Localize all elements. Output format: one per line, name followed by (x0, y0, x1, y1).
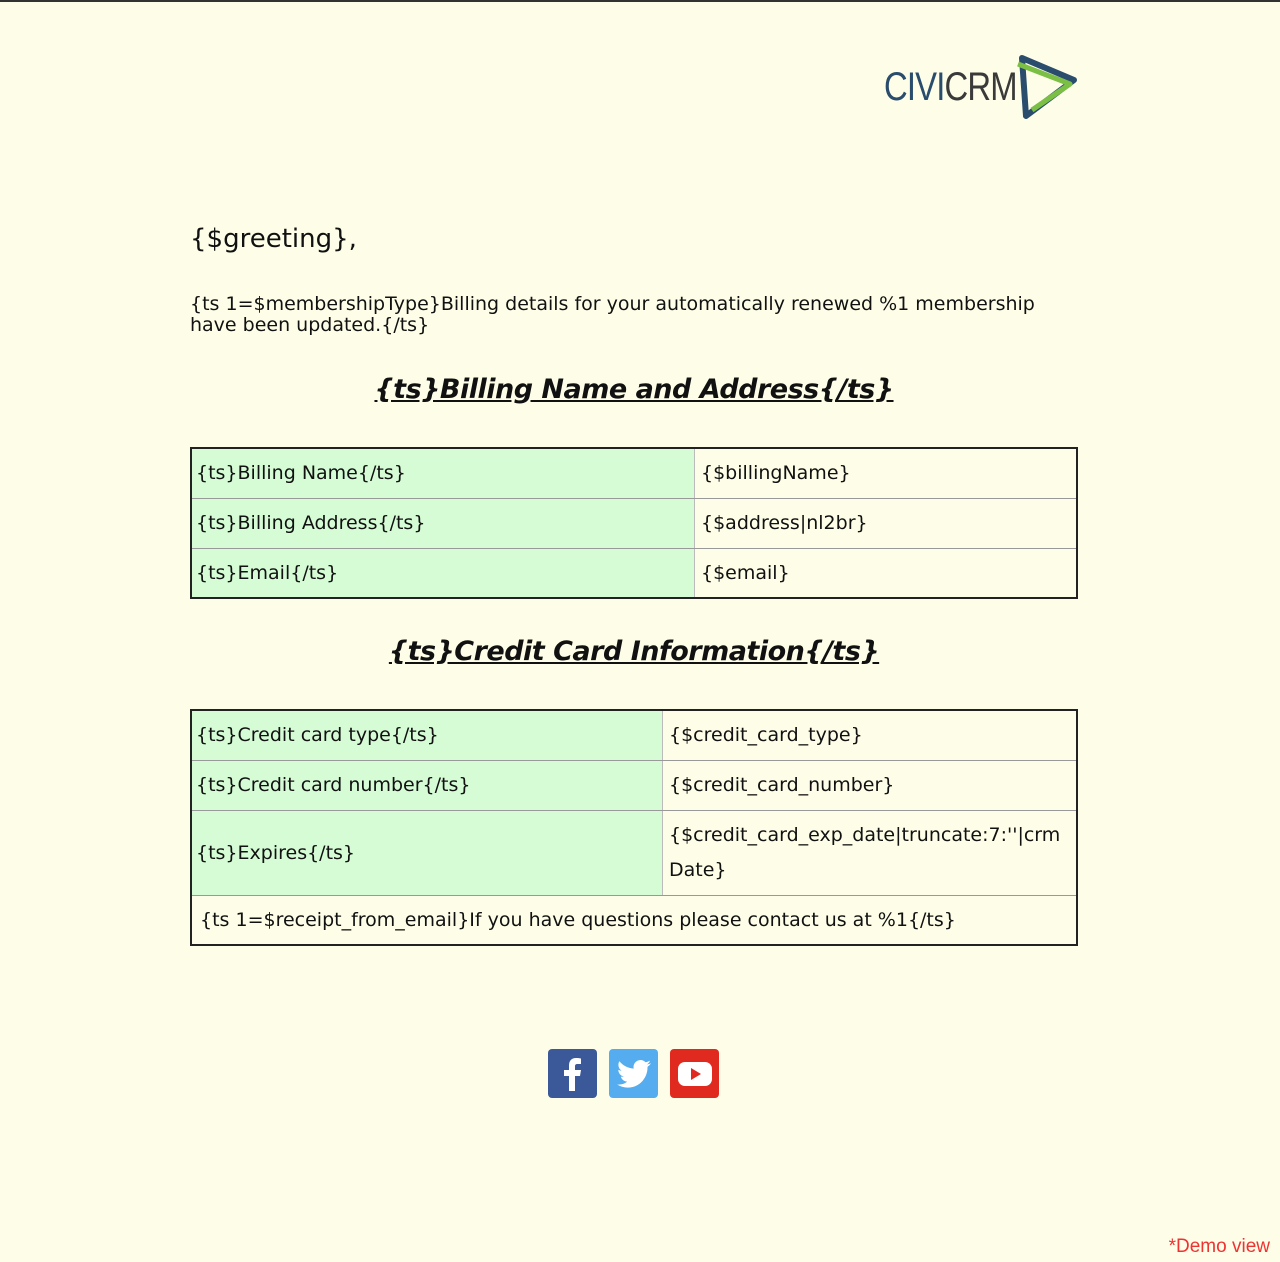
table-row: {ts 1=$receipt_from_email}If you have qu… (191, 894, 1077, 946)
greeting-text: {$greeting}, (190, 224, 357, 254)
table-row: {ts}Email{/ts} {$email} (191, 547, 1077, 599)
intro-text: {ts 1=$membershipType}Billing details fo… (190, 293, 1035, 336)
demo-view-label: *Demo view (1168, 1236, 1270, 1257)
credit-card-section-title: {ts}Credit Card Information{/ts} (388, 636, 880, 667)
twitter-link[interactable] (609, 1049, 658, 1098)
social-links (548, 1049, 719, 1098)
card-number-label: {ts}Credit card number{/ts} (191, 759, 663, 811)
logo-text-crm: CRM (944, 65, 1018, 109)
facebook-link[interactable] (548, 1049, 597, 1098)
billing-name-value: {$billingName} (694, 447, 1077, 499)
billing-address-label: {ts}Billing Address{/ts} (191, 497, 695, 549)
billing-section-title: {ts}Billing Name and Address{/ts} (374, 374, 894, 405)
civicrm-play-icon (1017, 55, 1077, 119)
credit-card-table: {ts}Credit card type{/ts} {$credit_card_… (190, 709, 1078, 946)
expires-value: {$credit_card_exp_date|truncate:7:''|crm… (662, 809, 1077, 896)
expires-label: {ts}Expires{/ts} (191, 809, 663, 896)
card-type-value: {$credit_card_type} (662, 709, 1077, 761)
contact-footer-text: {ts 1=$receipt_from_email}If you have qu… (191, 894, 1077, 946)
table-row: {ts}Credit card number{/ts} {$credit_car… (191, 759, 1077, 811)
email-value: {$email} (694, 547, 1077, 599)
billing-address-value: {$address|nl2br} (694, 497, 1077, 549)
twitter-icon (616, 1059, 651, 1088)
card-type-label: {ts}Credit card type{/ts} (191, 709, 663, 761)
youtube-link[interactable] (670, 1049, 719, 1098)
logo-text-civi: CIVI (884, 65, 945, 109)
civicrm-logo: CIVICRM (884, 52, 1080, 122)
table-row: {ts}Billing Address{/ts} {$address|nl2br… (191, 497, 1077, 549)
email-label: {ts}Email{/ts} (191, 547, 695, 599)
table-row: {ts}Billing Name{/ts} {$billingName} (191, 447, 1077, 499)
table-row: {ts}Credit card type{/ts} {$credit_card_… (191, 709, 1077, 761)
facebook-icon (563, 1057, 581, 1091)
logo-text: CIVICRM (884, 65, 1018, 109)
card-number-value: {$credit_card_number} (662, 759, 1077, 811)
billing-table: {ts}Billing Name{/ts} {$billingName} {ts… (190, 447, 1078, 599)
table-row: {ts}Expires{/ts} {$credit_card_exp_date|… (191, 809, 1077, 896)
youtube-icon (677, 1061, 712, 1086)
billing-name-label: {ts}Billing Name{/ts} (191, 447, 695, 499)
